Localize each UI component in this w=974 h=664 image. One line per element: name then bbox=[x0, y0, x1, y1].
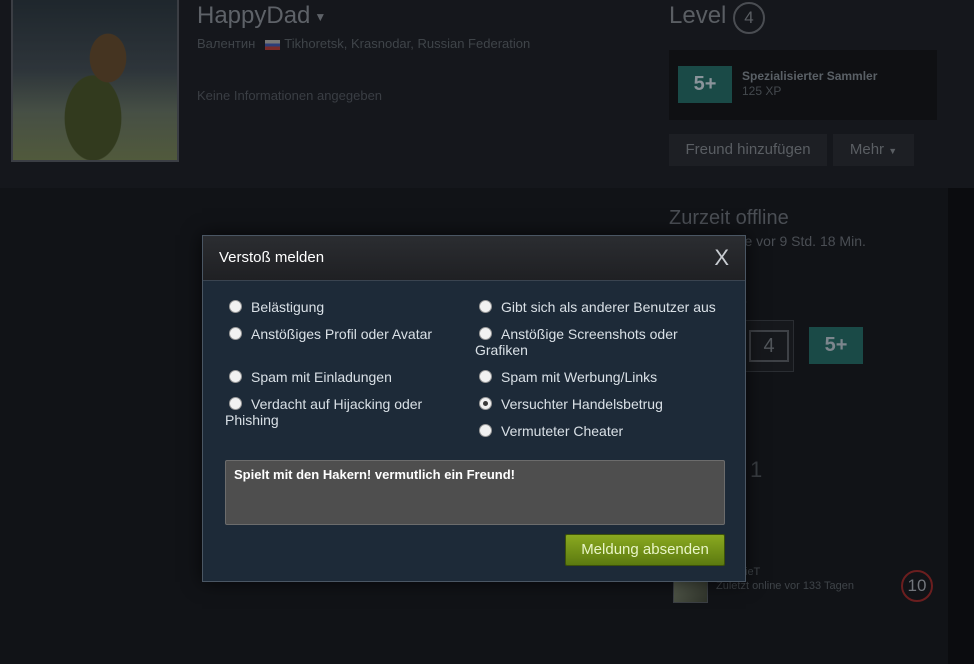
radio-button[interactable] bbox=[479, 424, 492, 437]
persona-name-row[interactable]: HappyDad ▼ bbox=[197, 2, 326, 30]
option-label: Anstößiges Profil oder Avatar bbox=[251, 326, 433, 342]
report-dialog: Verstoß melden X Belästigung Anstößiges … bbox=[202, 235, 746, 582]
option-label: Spam mit Einladungen bbox=[251, 369, 392, 385]
submit-report-button[interactable]: Meldung absenden bbox=[565, 534, 725, 566]
chevron-down-icon: ▼ bbox=[888, 146, 898, 156]
dialog-header: Verstoß melden X bbox=[203, 236, 745, 281]
real-name-row: Валентин Tikhoretsk, Krasnodar, Russian F… bbox=[197, 36, 530, 51]
location: Tikhoretsk, Krasnodar, Russian Federatio… bbox=[284, 36, 531, 51]
friend-name[interactable]: ieT bbox=[745, 566, 760, 578]
add-friend-button[interactable]: Freund hinzufügen bbox=[669, 134, 827, 166]
radio-button[interactable] bbox=[479, 370, 492, 383]
option-label: Belästigung bbox=[251, 299, 325, 315]
profile-header: HappyDad ▼ Валентин Tikhoretsk, Krasnodar,… bbox=[0, 0, 974, 188]
persona-name: HappyDad bbox=[197, 2, 311, 29]
badge-title: Spezialisierter Sammler bbox=[742, 69, 878, 83]
option-offensive-screenshots[interactable]: Anstößige Screenshots oder Grafiken bbox=[475, 326, 715, 358]
close-icon[interactable]: X bbox=[714, 245, 729, 271]
radio-button[interactable] bbox=[479, 300, 492, 313]
online-status: Zurzeit offline bbox=[669, 207, 789, 229]
more-button[interactable]: Mehr ▼ bbox=[833, 134, 914, 166]
badge-xp: 125 XP bbox=[742, 84, 782, 98]
option-label: Anstößige Screenshots oder Grafiken bbox=[475, 326, 678, 358]
level-tile-value: 4 bbox=[749, 330, 789, 362]
radio-button[interactable] bbox=[229, 300, 242, 313]
report-description-input[interactable]: Spielt mit den Hakern! vermutlich ein Fr… bbox=[225, 460, 725, 525]
option-label: Verdacht auf Hijacking oder Phishing bbox=[225, 396, 423, 428]
profile-avatar[interactable] bbox=[11, 0, 179, 162]
option-harassment[interactable]: Belästigung bbox=[229, 299, 324, 315]
friend-level-badge: 10 bbox=[901, 570, 933, 602]
option-label: Gibt sich als anderer Benutzer aus bbox=[501, 299, 716, 315]
radio-button[interactable] bbox=[229, 327, 242, 340]
dialog-title: Verstoß melden bbox=[219, 249, 325, 266]
radio-button[interactable] bbox=[229, 397, 242, 410]
level-label: Level bbox=[669, 2, 727, 29]
favorite-badge[interactable]: 5+ Spezialisierter Sammler 125 XP bbox=[669, 50, 937, 120]
collector-badge-small-icon[interactable]: 5+ bbox=[809, 327, 863, 364]
chevron-down-icon[interactable]: ▼ bbox=[314, 10, 326, 24]
option-offensive-profile[interactable]: Anstößiges Profil oder Avatar bbox=[229, 326, 432, 342]
option-ad-spam[interactable]: Spam mit Werbung/Links bbox=[479, 369, 657, 385]
option-invite-spam[interactable]: Spam mit Einladungen bbox=[229, 369, 392, 385]
radio-button[interactable] bbox=[479, 327, 492, 340]
radio-button-selected[interactable] bbox=[479, 397, 492, 410]
option-label: Spam mit Werbung/Links bbox=[501, 369, 658, 385]
real-name: Валентин bbox=[197, 36, 256, 51]
avatar-dim-overlay bbox=[13, 0, 177, 160]
collector-badge-icon: 5+ bbox=[678, 66, 732, 103]
option-hijacking[interactable]: Verdacht auf Hijacking oder Phishing bbox=[225, 396, 445, 428]
option-trade-scam[interactable]: Versuchter Handelsbetrug bbox=[479, 396, 663, 412]
level-tile[interactable]: 4 bbox=[744, 320, 794, 372]
more-button-label: Mehr bbox=[849, 141, 885, 158]
option-impersonation[interactable]: Gibt sich als anderer Benutzer aus bbox=[479, 299, 716, 315]
group-count: 1 bbox=[750, 457, 763, 482]
option-label: Versuchter Handelsbetrug bbox=[501, 396, 663, 412]
radio-button[interactable] bbox=[229, 370, 242, 383]
level-badge[interactable]: 4 bbox=[733, 2, 765, 34]
russia-flag-icon bbox=[265, 39, 281, 50]
profile-summary: Keine Informationen angegeben bbox=[197, 88, 383, 103]
option-label: Vermuteter Cheater bbox=[501, 423, 624, 439]
option-cheater[interactable]: Vermuteter Cheater bbox=[479, 423, 623, 439]
